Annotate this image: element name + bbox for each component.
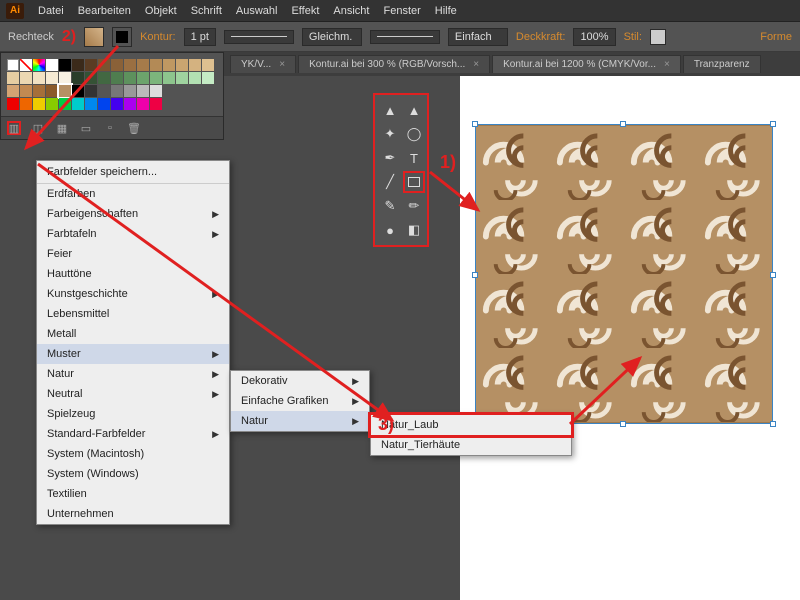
stroke-profile-dropdown[interactable] xyxy=(224,30,294,44)
type-tool-icon[interactable]: T xyxy=(403,147,425,169)
menu-item-kunstgeschichte[interactable]: Kunstgeschichte▶ xyxy=(37,284,229,304)
menu-item-hautt-ne[interactable]: Hauttöne xyxy=(37,264,229,284)
menu-item-natur[interactable]: Natur▶ xyxy=(37,364,229,384)
submenu-item-natur-laub[interactable]: Natur_Laub xyxy=(371,415,571,435)
opacity-field[interactable]: 100% xyxy=(573,28,615,46)
natur-submenu: Natur_LaubNatur_Tierhäute xyxy=(370,414,572,456)
submenu-item-dekorativ[interactable]: Dekorativ▶ xyxy=(231,371,369,391)
menu-hilfe[interactable]: Hilfe xyxy=(435,5,457,17)
menu-effekt[interactable]: Effekt xyxy=(291,5,319,17)
selection-tool-icon[interactable]: ▲ xyxy=(379,99,401,121)
menu-item-feier[interactable]: Feier xyxy=(37,244,229,264)
menu-item-farbeigenschaften[interactable]: Farbeigenschaften▶ xyxy=(37,204,229,224)
menu-header[interactable]: Farbfelder speichern... xyxy=(37,161,229,184)
tab-2[interactable]: Kontur.ai bei 1200 % (CMYK/Vor...× xyxy=(492,55,681,73)
close-icon[interactable]: × xyxy=(279,59,285,70)
swatch-panel-footer: ▥ ◫ ▦ ▭ ▫ 🗑 xyxy=(1,116,223,139)
tab-3[interactable]: Tranzparenz xyxy=(683,55,761,73)
profile-field[interactable]: Gleichm. xyxy=(302,28,362,46)
swatch-kind-menu-icon[interactable]: ◫ xyxy=(31,121,45,135)
menu-item-muster[interactable]: Muster▶ xyxy=(37,344,229,364)
kontur-label: Kontur: xyxy=(140,31,175,43)
swatches-panel: ▥ ◫ ▦ ▭ ▫ 🗑 xyxy=(0,52,224,140)
tab-1[interactable]: Kontur.ai bei 300 % (RGB/Vorsch...× xyxy=(298,55,490,73)
menu-item-erdfarben[interactable]: Erdfarben xyxy=(37,184,229,204)
selection-handle[interactable] xyxy=(620,121,626,127)
menu-ansicht[interactable]: Ansicht xyxy=(333,5,369,17)
menu-item-standard-farbfelder[interactable]: Standard-Farbfelder▶ xyxy=(37,424,229,444)
style-label: Stil: xyxy=(624,31,642,43)
close-icon[interactable]: × xyxy=(473,59,479,70)
rectangle-tool-icon[interactable] xyxy=(403,171,425,193)
submenu-item-natur[interactable]: Natur▶ xyxy=(231,411,369,431)
menu-datei[interactable]: Datei xyxy=(38,5,64,17)
pen-tool-icon[interactable]: ✒ xyxy=(379,147,401,169)
annotation-3: 3) xyxy=(378,414,394,435)
muster-submenu: Dekorativ▶Einfache Grafiken▶Natur▶ xyxy=(230,370,370,432)
pattern-rectangle[interactable] xyxy=(475,124,773,424)
submenu-item-einfache-grafiken[interactable]: Einfache Grafiken▶ xyxy=(231,391,369,411)
paintbrush-tool-icon[interactable]: ✎ xyxy=(379,195,401,217)
selection-handle[interactable] xyxy=(472,272,478,278)
selection-handle[interactable] xyxy=(770,272,776,278)
direct-selection-tool-icon[interactable]: ▲ xyxy=(403,99,425,121)
menu-objekt[interactable]: Objekt xyxy=(145,5,177,17)
delete-swatch-icon[interactable]: 🗑 xyxy=(127,121,141,135)
swatch-grid[interactable] xyxy=(1,53,223,116)
selection-handle[interactable] xyxy=(770,121,776,127)
menu-item-spielzeug[interactable]: Spielzeug xyxy=(37,404,229,424)
menu-item-farbtafeln[interactable]: Farbtafeln▶ xyxy=(37,224,229,244)
menu-item-metall[interactable]: Metall xyxy=(37,324,229,344)
menu-fenster[interactable]: Fenster xyxy=(383,5,420,17)
magic-wand-tool-icon[interactable]: ✦ xyxy=(379,123,401,145)
selection-handle[interactable] xyxy=(770,421,776,427)
menu-item-unternehmen[interactable]: Unternehmen xyxy=(37,504,229,524)
annotation-1: 1) xyxy=(440,152,456,173)
menu-auswahl[interactable]: Auswahl xyxy=(236,5,278,17)
menu-item-system-macintosh-[interactable]: System (Macintosh) xyxy=(37,444,229,464)
brush-field[interactable]: Einfach xyxy=(448,28,508,46)
toolbox-panel: ▲ ▲ ✦ ◯ ✒ T ╱ ✎ ✏ ● ◧ xyxy=(373,93,429,247)
brush-preview[interactable] xyxy=(370,30,440,44)
control-bar: Rechteck 2) Kontur: 1 pt Gleichm. Einfac… xyxy=(0,22,800,52)
menu-item-system-windows-[interactable]: System (Windows) xyxy=(37,464,229,484)
new-swatch-icon[interactable]: ▫ xyxy=(103,121,117,135)
style-dropdown[interactable] xyxy=(650,29,666,45)
annotation-2: 2) xyxy=(62,28,76,46)
menu-item-textilien[interactable]: Textilien xyxy=(37,484,229,504)
line-tool-icon[interactable]: ╱ xyxy=(379,171,401,193)
blob-brush-tool-icon[interactable]: ● xyxy=(379,219,401,241)
selection-handle[interactable] xyxy=(472,121,478,127)
form-label: Forme xyxy=(760,31,792,43)
app-logo-icon: Ai xyxy=(6,3,24,19)
lasso-tool-icon[interactable]: ◯ xyxy=(403,123,425,145)
menu-bearbeiten[interactable]: Bearbeiten xyxy=(78,5,131,17)
eraser-tool-icon[interactable]: ◧ xyxy=(403,219,425,241)
swatch-options-icon[interactable]: ▦ xyxy=(55,121,69,135)
fill-swatch-button[interactable] xyxy=(84,27,104,47)
close-icon[interactable]: × xyxy=(664,59,670,70)
active-tool-name: Rechteck xyxy=(8,31,54,43)
submenu-item-natur-tierh-ute[interactable]: Natur_Tierhäute xyxy=(371,435,571,455)
stroke-swatch-button[interactable] xyxy=(112,27,132,47)
main-menubar: Ai Datei Bearbeiten Objekt Schrift Auswa… xyxy=(0,0,800,22)
new-color-group-icon[interactable]: ▭ xyxy=(79,121,93,135)
tab-0[interactable]: YK/V...× xyxy=(230,55,296,73)
swatch-library-menu-icon[interactable]: ▥ xyxy=(7,121,21,135)
swatch-library-menu: Farbfelder speichern... ErdfarbenFarbeig… xyxy=(36,160,230,525)
menu-item-lebensmittel[interactable]: Lebensmittel xyxy=(37,304,229,324)
menu-item-neutral[interactable]: Neutral▶ xyxy=(37,384,229,404)
pencil-tool-icon[interactable]: ✏ xyxy=(403,195,425,217)
stroke-width-field[interactable]: 1 pt xyxy=(184,28,216,46)
swirl-pattern-icon xyxy=(476,125,772,423)
selection-handle[interactable] xyxy=(620,421,626,427)
menu-schrift[interactable]: Schrift xyxy=(191,5,222,17)
opacity-label: Deckkraft: xyxy=(516,31,566,43)
